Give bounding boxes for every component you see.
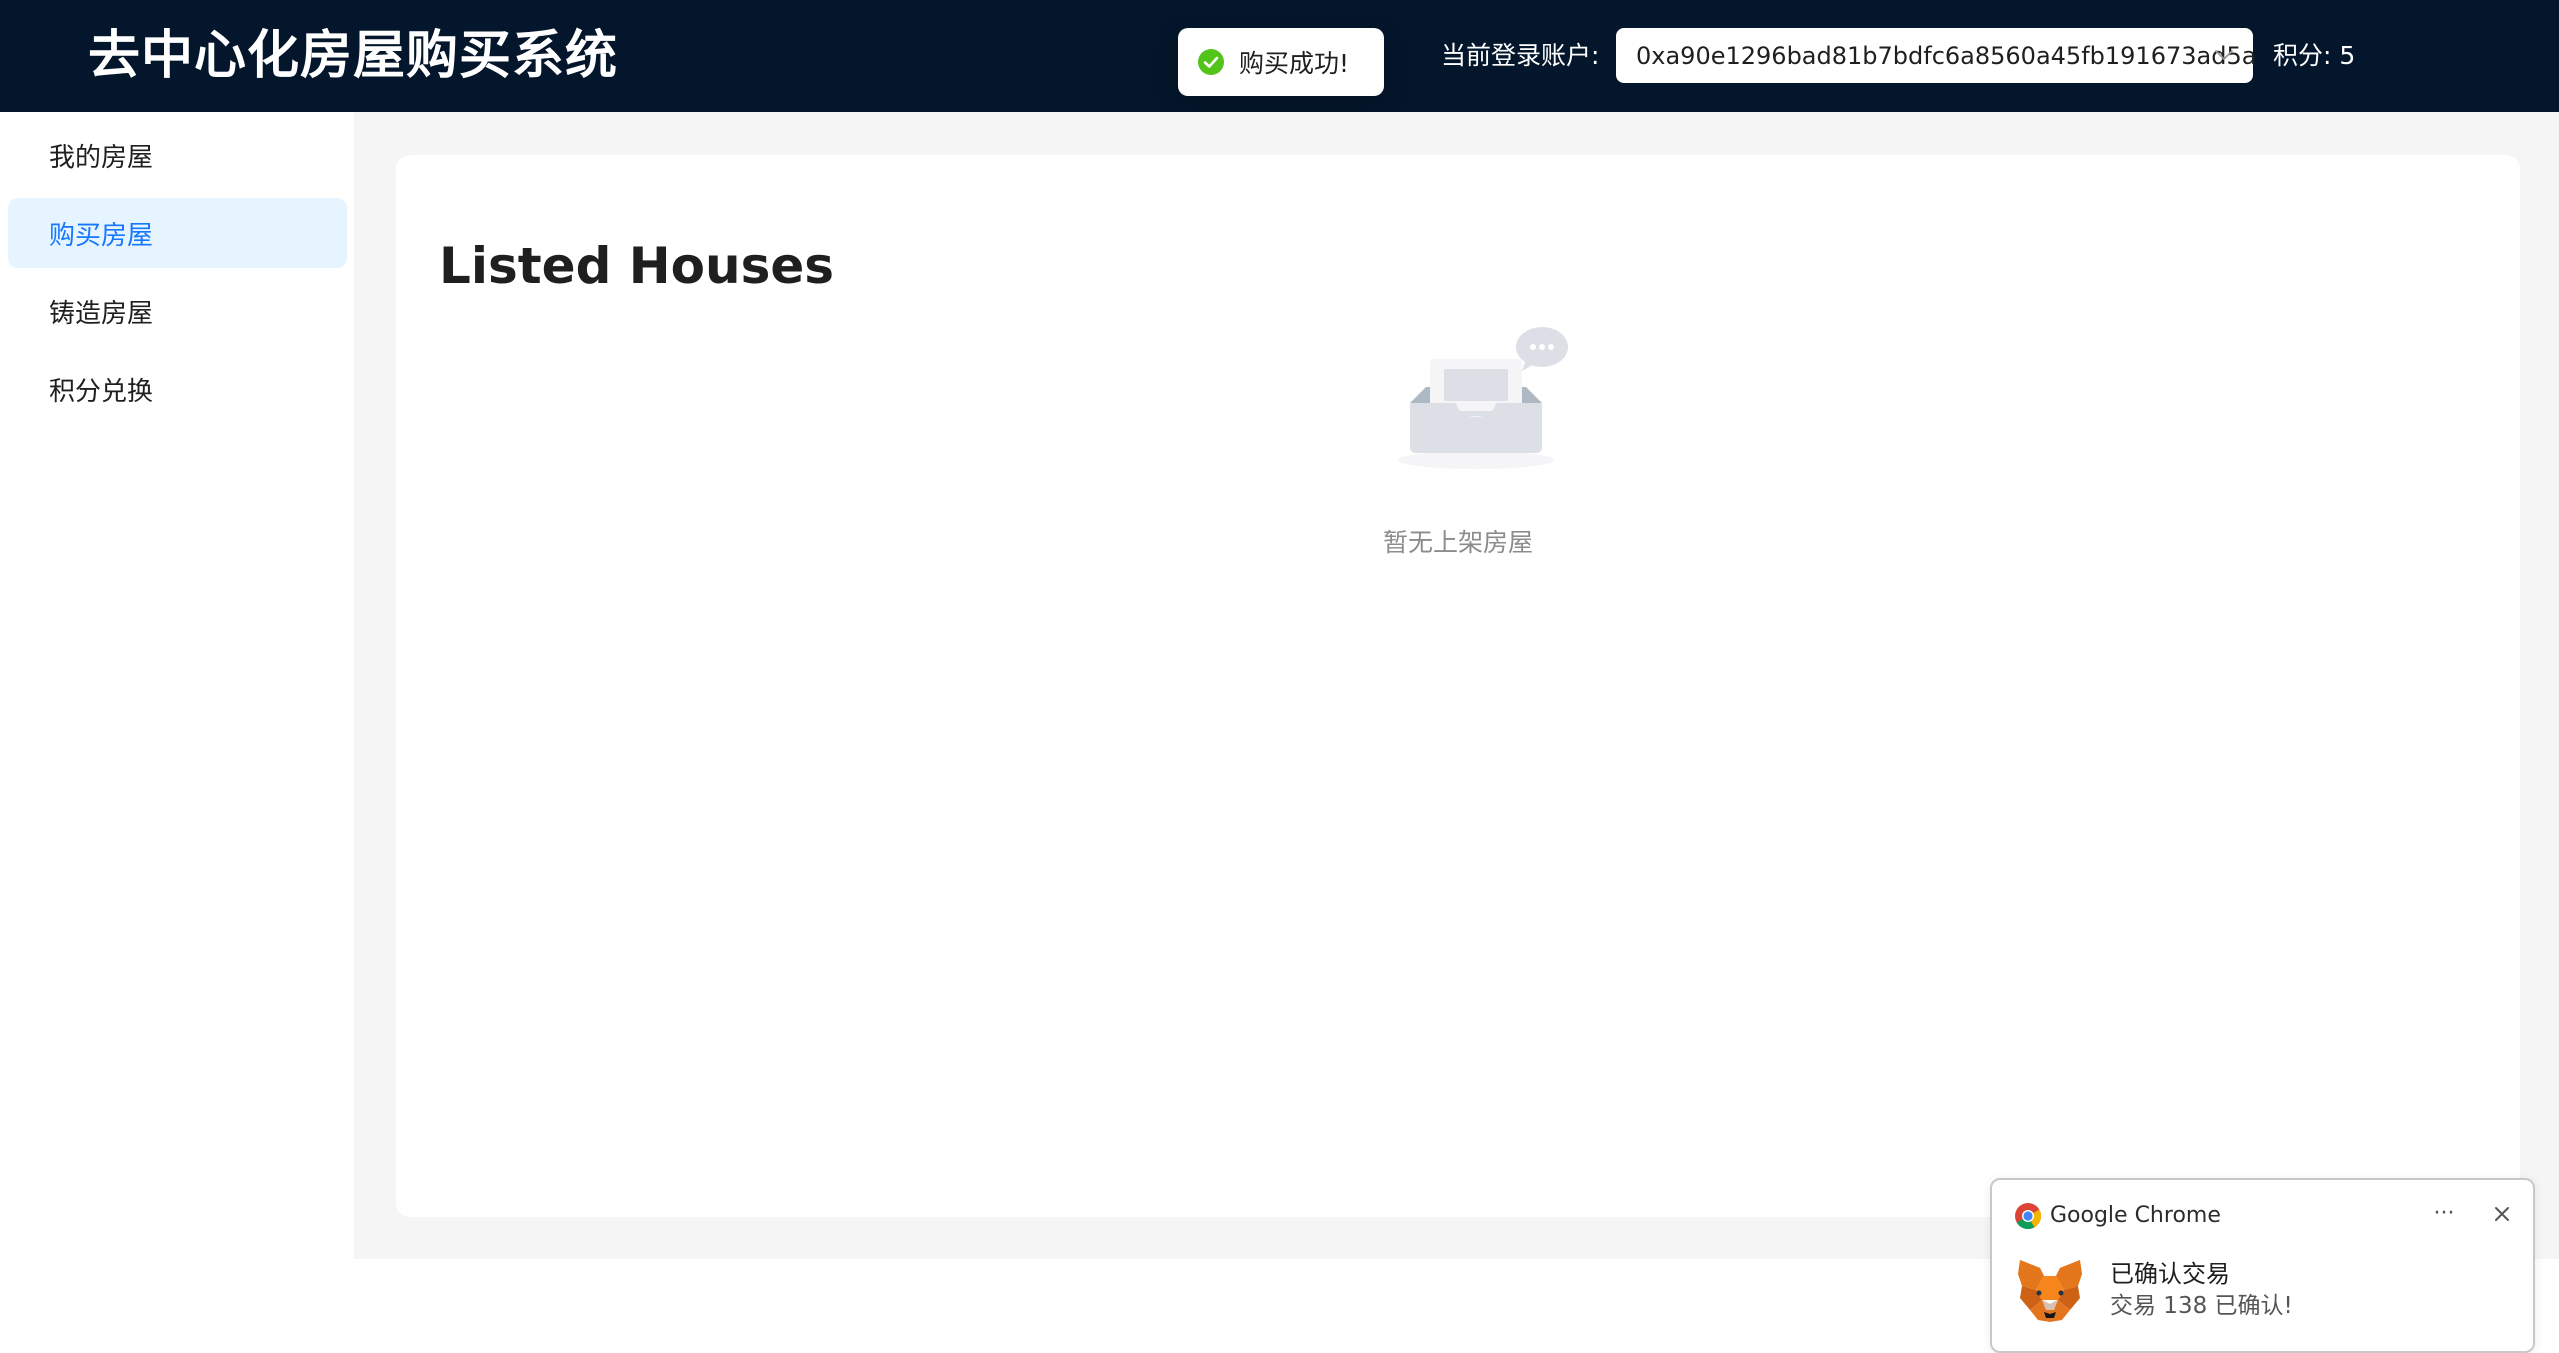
close-icon[interactable] xyxy=(2486,1198,2518,1230)
content-card: Listed Houses 暂无上架房屋 xyxy=(396,155,2520,1217)
sidebar-item-points-exchange[interactable]: 积分兑换 xyxy=(8,354,347,424)
sidebar-item-my-houses[interactable]: 我的房屋 xyxy=(8,120,347,190)
sidebar-item-label: 积分兑换 xyxy=(49,376,154,407)
points-display: 积分: 5 xyxy=(2273,41,2356,70)
toast-message: 购买成功! xyxy=(1239,49,1350,78)
empty-state-text: 暂无上架房屋 xyxy=(1382,528,1533,557)
sidebar-item-label: 购买房屋 xyxy=(49,220,154,251)
sidebar-item-mint-houses[interactable]: 铸造房屋 xyxy=(8,276,347,346)
account-label: 当前登录账户: xyxy=(1441,41,1600,70)
empty-inbox-icon xyxy=(1376,325,1576,475)
app-title: 去中心化房屋购买系统 xyxy=(88,26,619,86)
sidebar-item-buy-houses[interactable]: 购买房屋 xyxy=(8,198,347,268)
notification-app-name: Google Chrome xyxy=(2050,1203,2221,1228)
chevron-down-icon xyxy=(2213,44,2235,66)
check-circle-icon xyxy=(1197,48,1225,76)
metamask-fox-icon xyxy=(2014,1256,2086,1328)
notification-title: 已确认交易 xyxy=(2110,1260,2230,1288)
success-toast: 购买成功! xyxy=(1178,28,1384,96)
sidebar-item-label: 我的房屋 xyxy=(49,142,154,173)
account-select[interactable]: 0xa90e1296bad81b7bdfc6a8560a45fb191673ad… xyxy=(1616,28,2257,83)
chrome-icon xyxy=(2014,1202,2042,1230)
sidebar: 我的房屋 购买房屋 铸造房屋 积分兑换 xyxy=(0,112,354,1259)
more-options-button[interactable]: ··· xyxy=(2424,1196,2464,1232)
account-value: 0xa90e1296bad81b7bdfc6a8560a45fb191673ad… xyxy=(1636,41,2257,70)
notification-body: 交易 138 已确认! xyxy=(2110,1293,2293,1319)
chrome-notification[interactable]: Google Chrome ··· 已确认交易 交易 138 已确认! xyxy=(1990,1178,2535,1353)
top-header: 去中心化房屋购买系统 购买成功! 当前登录账户: 0xa90e1296bad81… xyxy=(0,0,2559,112)
sidebar-item-label: 铸造房屋 xyxy=(49,298,154,329)
page-title: Listed Houses xyxy=(439,237,834,295)
